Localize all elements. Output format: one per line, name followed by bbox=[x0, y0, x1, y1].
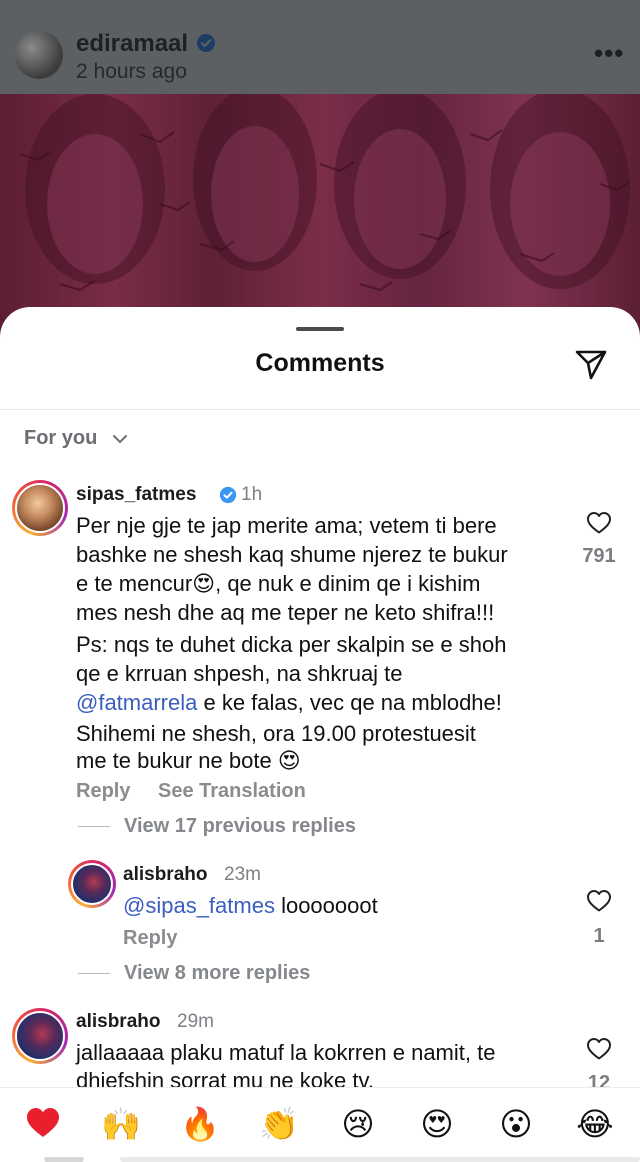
reply-button[interactable]: Reply bbox=[123, 927, 177, 950]
emoji-reaction-bar: 🙌 🔥 👏 😢 😍 😮 😂 bbox=[0, 1087, 640, 1162]
avatar[interactable] bbox=[12, 480, 68, 536]
comment-username[interactable]: alisbraho bbox=[76, 1011, 160, 1033]
avatar[interactable] bbox=[12, 1008, 68, 1064]
comment-text-line: @sipas_fatmes looooooot bbox=[123, 891, 378, 920]
mention-link[interactable]: @fatmarrela bbox=[76, 690, 197, 715]
view-more-replies-button[interactable]: View 8 more replies bbox=[124, 962, 310, 985]
view-previous-replies-button[interactable]: View 17 previous replies bbox=[124, 815, 356, 838]
comment-composer-edge[interactable] bbox=[120, 1157, 640, 1162]
see-translation-button[interactable]: See Translation bbox=[158, 780, 306, 803]
more-options-icon[interactable]: ••• bbox=[594, 38, 624, 69]
comment-text-line: me te bukur ne bote 😍 bbox=[76, 748, 301, 773]
crying-face-emoji-icon[interactable]: 😢 bbox=[338, 1104, 378, 1144]
filter-dropdown[interactable]: For you bbox=[24, 427, 97, 450]
surprised-face-emoji-icon[interactable]: 😮 bbox=[496, 1104, 536, 1144]
avatar-image bbox=[71, 863, 113, 905]
like-count: 791 bbox=[582, 545, 616, 567]
title-divider bbox=[0, 409, 640, 410]
mention-link[interactable]: @sipas_fatmes bbox=[123, 893, 275, 918]
comment-text-line: e te mencur😍, qe nuk e dinim qe i kishim bbox=[76, 571, 481, 596]
view-replies-line bbox=[78, 826, 110, 827]
post-header: ediramaal 2 hours ago ••• bbox=[0, 0, 640, 94]
comment-text-line: Shihemi ne shesh, ora 19.00 protestuesit bbox=[76, 721, 476, 746]
post-avatar[interactable] bbox=[15, 31, 63, 79]
comment-timestamp: 23m bbox=[224, 864, 261, 885]
post-timestamp: 2 hours ago bbox=[76, 60, 187, 83]
heart-icon[interactable] bbox=[586, 511, 612, 535]
sheet-title: Comments bbox=[255, 349, 385, 377]
comment-text-line: bashke ne shesh kaq shume njerez te buku… bbox=[76, 542, 508, 567]
heart-icon[interactable] bbox=[586, 1037, 612, 1061]
comment-text-line: jallaaaaa plaku matuf la kokrren e namit… bbox=[76, 1040, 496, 1065]
composer-avatar-edge bbox=[44, 1157, 84, 1162]
chevron-down-icon[interactable] bbox=[110, 431, 130, 447]
heart-eyes-emoji-icon[interactable]: 😍 bbox=[417, 1104, 457, 1144]
comment-timestamp: 1h bbox=[241, 484, 263, 505]
post-username[interactable]: ediramaal bbox=[76, 30, 188, 58]
comment-text-fragment: looooooot bbox=[274, 893, 378, 918]
avatar[interactable] bbox=[68, 860, 116, 908]
comment-username[interactable]: sipas_fatmes bbox=[76, 484, 196, 506]
clapping-hands-emoji-icon[interactable]: 👏 bbox=[259, 1104, 299, 1144]
verified-badge-icon bbox=[197, 34, 215, 52]
comment-text-line: mes nesh dhe aq me teper ne keto shifra!… bbox=[76, 600, 495, 625]
share-icon[interactable] bbox=[572, 345, 610, 383]
comment-text-line: qe e krruan shpesh, na shkruaj te bbox=[76, 661, 403, 686]
comment-text-line: @fatmarrela e ke falas, vec qe na mblodh… bbox=[76, 688, 502, 717]
sheet-grabber[interactable] bbox=[296, 327, 344, 331]
raising-hands-emoji-icon[interactable]: 🙌 bbox=[101, 1104, 141, 1144]
comment-text-fragment: e ke falas, vec qe na mblodhe! bbox=[197, 690, 502, 715]
comment-text-line: Per nje gje te jap merite ama; vetem ti … bbox=[76, 513, 497, 538]
verified-badge-icon bbox=[219, 486, 237, 504]
comment-timestamp: 29m bbox=[177, 1011, 214, 1032]
avatar-image bbox=[15, 1011, 65, 1061]
fire-emoji-icon[interactable]: 🔥 bbox=[180, 1104, 220, 1144]
tears-of-joy-emoji-icon[interactable]: 😂 bbox=[575, 1104, 615, 1144]
like-count: 1 bbox=[593, 925, 605, 947]
comment-username[interactable]: alisbraho bbox=[123, 864, 207, 886]
reply-button[interactable]: Reply bbox=[76, 780, 130, 803]
view-replies-line bbox=[78, 973, 110, 974]
comment-text-line: Ps: nqs te duhet dicka per skalpin se e … bbox=[76, 632, 507, 657]
red-heart-emoji-icon[interactable] bbox=[23, 1104, 63, 1144]
avatar-image bbox=[15, 483, 65, 533]
heart-icon[interactable] bbox=[586, 889, 612, 913]
